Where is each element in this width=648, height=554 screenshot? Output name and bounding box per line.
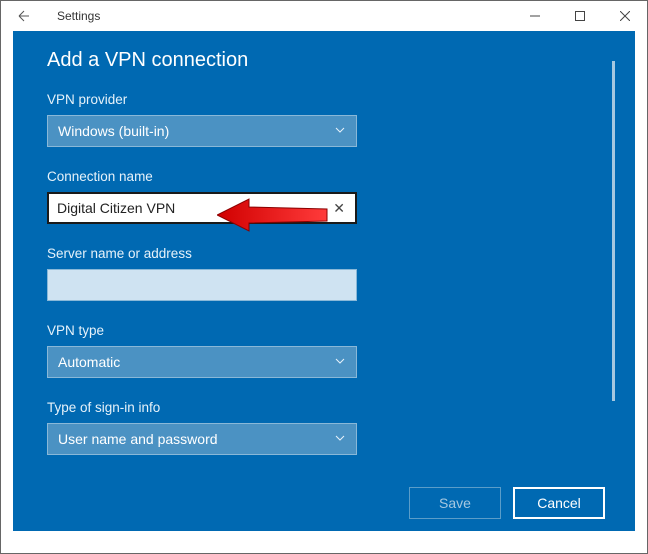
- chevron-down-icon: [334, 354, 346, 370]
- titlebar: Settings: [1, 1, 647, 31]
- save-button[interactable]: Save: [409, 487, 501, 519]
- vpn-type-value: Automatic: [58, 354, 120, 370]
- clear-icon[interactable]: ✕: [329, 200, 349, 217]
- connection-name-label: Connection name: [47, 169, 601, 184]
- signin-select[interactable]: User name and password: [47, 423, 357, 455]
- chevron-down-icon: [334, 123, 346, 139]
- close-button[interactable]: [602, 1, 647, 31]
- back-button[interactable]: [9, 1, 39, 31]
- vpn-type-select[interactable]: Automatic: [47, 346, 357, 378]
- window-title: Settings: [57, 9, 512, 23]
- maximize-button[interactable]: [557, 1, 602, 31]
- dialog-heading: Add a VPN connection: [47, 49, 601, 72]
- dialog-footer: Save Cancel: [13, 475, 635, 531]
- vpn-provider-select[interactable]: Windows (built-in): [47, 115, 357, 147]
- server-label: Server name or address: [47, 246, 601, 261]
- connection-name-input[interactable]: [57, 200, 329, 216]
- signin-label: Type of sign-in info: [47, 400, 601, 415]
- page-background: [1, 531, 647, 553]
- signin-value: User name and password: [58, 431, 218, 447]
- connection-name-field[interactable]: ✕: [47, 192, 357, 224]
- cancel-button[interactable]: Cancel: [513, 487, 605, 519]
- vpn-provider-label: VPN provider: [47, 92, 601, 107]
- scrollbar[interactable]: [612, 61, 615, 401]
- chevron-down-icon: [334, 431, 346, 447]
- vpn-dialog: Add a VPN connection VPN provider Window…: [13, 31, 635, 531]
- vpn-provider-value: Windows (built-in): [58, 123, 169, 139]
- vpn-type-label: VPN type: [47, 323, 601, 338]
- server-input[interactable]: [47, 269, 357, 301]
- minimize-button[interactable]: [512, 1, 557, 31]
